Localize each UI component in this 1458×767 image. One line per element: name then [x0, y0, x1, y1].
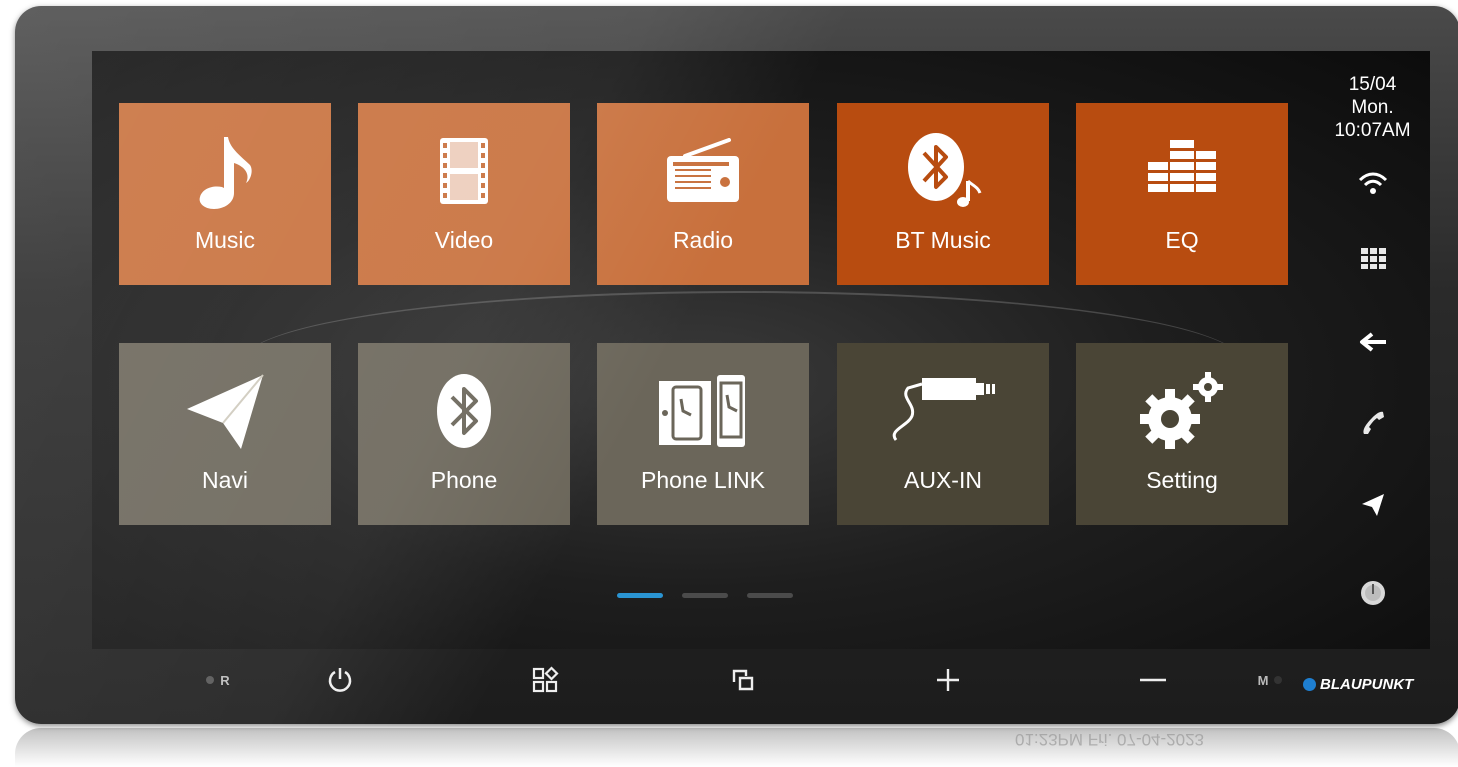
radio-icon: [663, 131, 743, 211]
equalizer-icon: [1144, 131, 1220, 211]
page-dot-2[interactable]: [682, 593, 728, 598]
page-dot-3[interactable]: [747, 593, 793, 598]
app-tile-bt-music[interactable]: BT Music: [837, 103, 1049, 285]
app-tile-aux-in[interactable]: AUX-IN: [837, 343, 1049, 525]
day-text: Mon.: [1351, 97, 1394, 118]
app-tile-phone-link[interactable]: Phone LINK: [597, 343, 809, 525]
screen-switch-button[interactable]: [725, 660, 761, 700]
app-tile-setting[interactable]: Setting: [1076, 343, 1288, 525]
app-label: Video: [434, 227, 494, 253]
gears-icon: [1136, 371, 1228, 451]
device-reflection: [15, 728, 1458, 767]
app-label: Phone LINK: [640, 467, 766, 493]
touch-screen: Music Video Radio BT Music EQ Navi Phone…: [92, 51, 1430, 649]
navigation-arrow-icon: [183, 371, 267, 451]
app-tile-music[interactable]: Music: [119, 103, 331, 285]
power-button[interactable]: [322, 660, 358, 700]
back-arrow-icon[interactable]: [1357, 326, 1389, 358]
status-sidebar: 15/04 Mon. 10:07AM: [1315, 51, 1430, 649]
home-apps-icon: [532, 666, 559, 693]
brand-dot-icon: [1303, 678, 1316, 691]
app-label: Navi: [201, 467, 248, 493]
app-tile-radio[interactable]: Radio: [597, 103, 809, 285]
app-label: EQ: [1165, 227, 1199, 253]
bluetooth-icon: [434, 371, 494, 451]
apps-grid-icon[interactable]: [1357, 242, 1389, 274]
navigation-arrow-icon[interactable]: [1357, 489, 1389, 521]
mic-hole-icon: [1274, 676, 1283, 684]
app-label: Music: [194, 227, 256, 253]
phone-handset-icon[interactable]: [1357, 407, 1389, 439]
volume-up-button[interactable]: [930, 660, 966, 700]
music-note-icon: [190, 131, 260, 211]
volume-up-icon: [937, 669, 959, 691]
page-dot-1[interactable]: [617, 593, 663, 598]
app-tile-eq[interactable]: EQ: [1076, 103, 1288, 285]
reset-button[interactable]: R: [203, 660, 233, 700]
app-label: Setting: [1146, 467, 1218, 493]
aux-cable-icon: [888, 371, 998, 451]
app-tile-video[interactable]: Video: [358, 103, 570, 285]
app-label: Radio: [672, 227, 734, 253]
brand-name: BLAUPUNKT: [1320, 676, 1414, 693]
brand-logo: BLAUPUNKT: [1303, 676, 1413, 693]
page-indicator: [617, 593, 793, 598]
mute-button[interactable]: M: [1255, 660, 1285, 700]
date-time-display: 15/04 Mon. 10:07AM: [1315, 73, 1430, 142]
volume-down-icon: [1140, 678, 1166, 682]
app-label: AUX-IN: [904, 467, 982, 493]
app-tile-navi[interactable]: Navi: [119, 343, 331, 525]
reset-hole-icon: [206, 676, 215, 684]
app-label: BT Music: [895, 227, 991, 253]
reflection-text: 01:23PM Fri. 07-04-2023: [1015, 730, 1204, 749]
screen-switch-icon: [732, 669, 754, 691]
mute-label: M: [1257, 672, 1269, 688]
reset-label: R: [220, 672, 230, 688]
volume-down-button[interactable]: [1135, 660, 1171, 700]
bluetooth-music-icon: [900, 131, 986, 211]
time-text: 10:07AM: [1334, 120, 1411, 141]
volume-knob-icon[interactable]: [1357, 577, 1389, 609]
phone-link-icon: [655, 371, 751, 451]
date-text: 15/04: [1348, 74, 1397, 95]
app-label: Phone: [430, 467, 498, 493]
wifi-icon: [1357, 167, 1389, 199]
home-apps-button[interactable]: [527, 660, 563, 700]
film-strip-icon: [436, 131, 492, 211]
app-tile-phone[interactable]: Phone: [358, 343, 570, 525]
power-icon: [328, 668, 352, 692]
